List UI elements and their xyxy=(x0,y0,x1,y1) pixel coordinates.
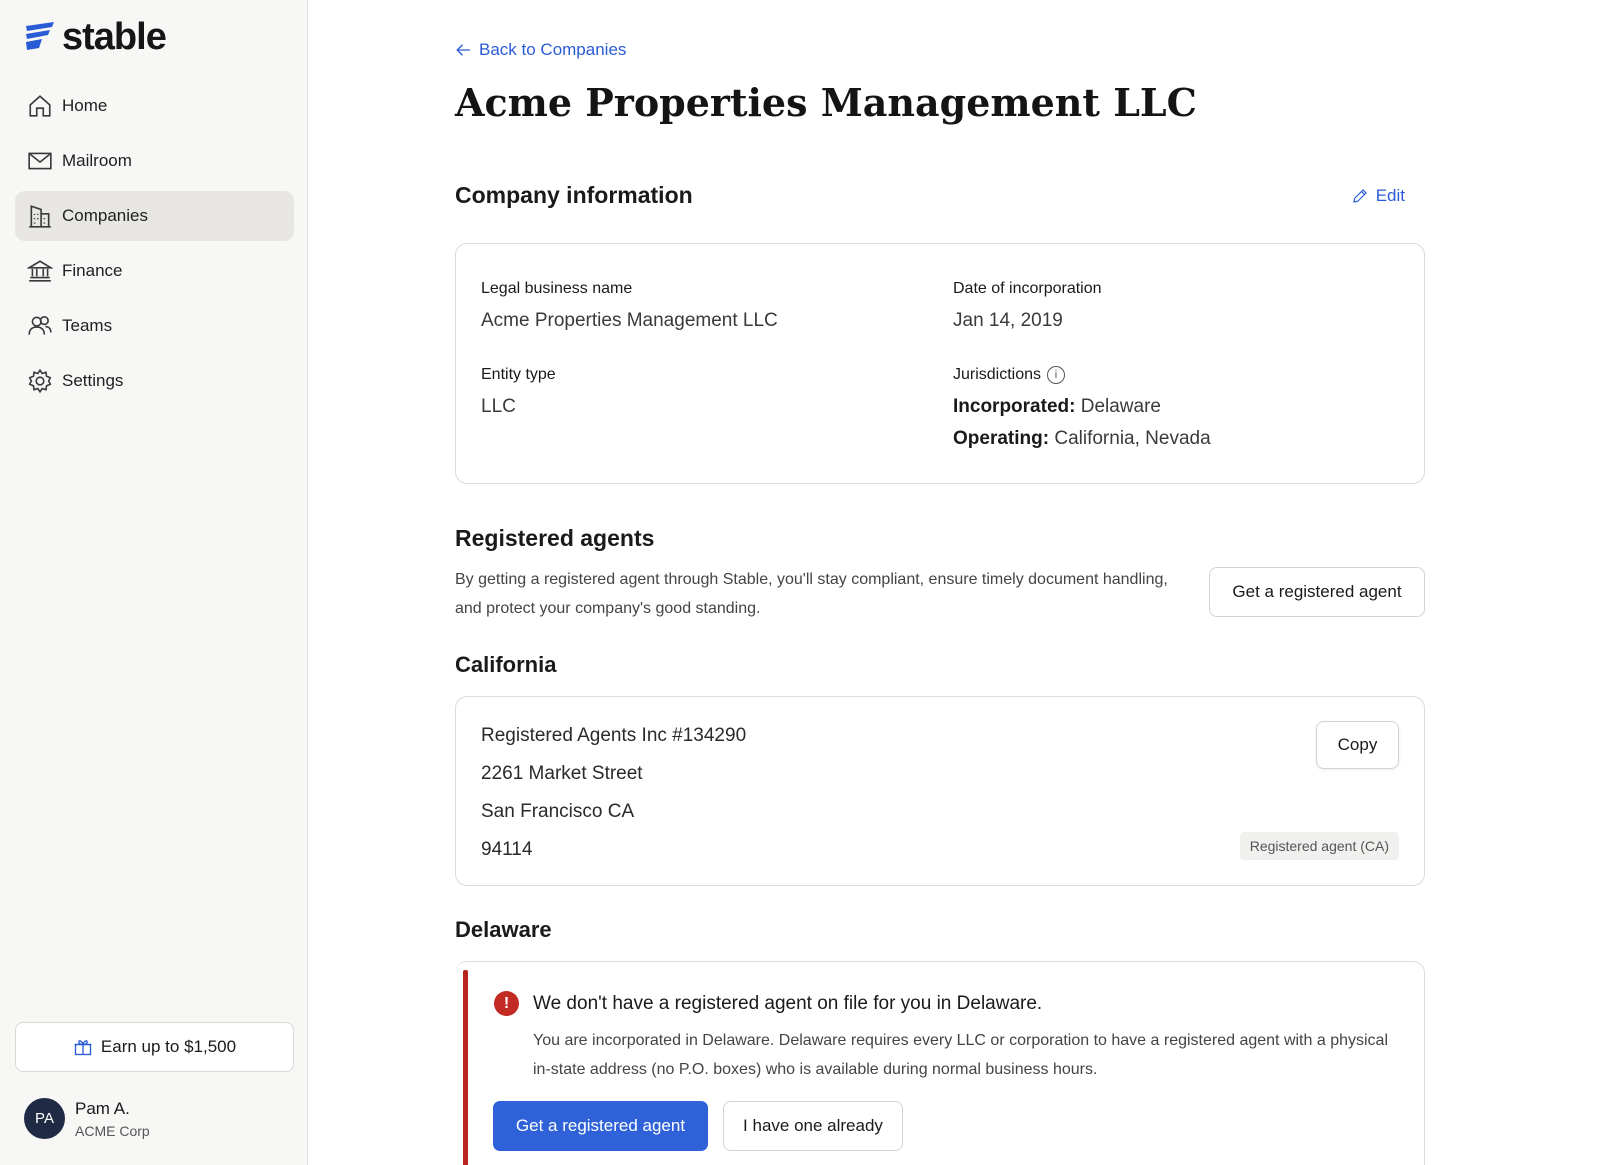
legal-name-value: Acme Properties Management LLC xyxy=(481,310,778,331)
earn-label: Earn up to $1,500 xyxy=(100,1037,237,1056)
agent-name: Registered Agents Inc #134290 xyxy=(481,725,747,746)
have-agent-button[interactable]: I have one already xyxy=(723,1101,903,1151)
agent-street: 2261 Market Street xyxy=(481,763,643,784)
sidebar-item-teams[interactable]: Teams xyxy=(15,301,294,351)
logo[interactable]: stable xyxy=(24,16,167,58)
agent-zip: 94114 xyxy=(481,839,533,860)
incorporation-date-value: Jan 14, 2019 xyxy=(953,310,1063,331)
logo-text: stable xyxy=(62,16,167,58)
pencil-icon xyxy=(1352,189,1367,203)
field-label: Jurisdictions i xyxy=(953,366,1211,384)
alert-accent-bar xyxy=(463,970,468,1165)
back-link[interactable]: Back to Companies xyxy=(455,40,626,60)
registered-agents-heading: Registered agents xyxy=(455,525,655,551)
incorporation-date-field: Date of incorporation Jan 14, 2019 xyxy=(953,280,1102,332)
page-title: Acme Properties Management LLC xyxy=(455,80,1197,125)
incorporated-label: Incorporated: xyxy=(953,396,1076,417)
user-name: Pam A. xyxy=(75,1098,130,1118)
sidebar-item-label: Teams xyxy=(62,316,113,335)
sidebar-item-label: Companies xyxy=(62,206,148,225)
california-heading: California xyxy=(455,652,557,677)
user-org: ACME Corp xyxy=(75,1122,150,1139)
get-registered-agent-primary-button[interactable]: Get a registered agent xyxy=(493,1101,708,1151)
jurisdictions-label: Jurisdictions xyxy=(953,366,1042,383)
sidebar: stable Home Mailroom Companies Finance T… xyxy=(0,0,308,1165)
avatar: PA xyxy=(24,1098,65,1139)
edit-label: Edit xyxy=(1375,186,1405,205)
building-icon xyxy=(27,203,53,229)
alert-body: You are incorporated in Delaware. Delawa… xyxy=(533,1032,1388,1078)
bank-icon xyxy=(27,258,53,284)
user-profile[interactable]: PA Pam A. ACME Corp xyxy=(24,1098,150,1139)
field-label: Entity type xyxy=(481,366,556,383)
operating-line: Operating: California, Nevada xyxy=(953,428,1211,450)
status-badge: Registered agent (CA) xyxy=(1239,832,1399,860)
company-info-card: Legal business name Acme Properties Mana… xyxy=(455,243,1425,484)
california-agent-card: Registered Agents Inc #134290 2261 Marke… xyxy=(455,696,1425,886)
sidebar-item-label: Finance xyxy=(62,261,123,280)
registered-agents-description: By getting a registered agent through St… xyxy=(455,571,1168,617)
incorporated-value: Delaware xyxy=(1080,396,1161,417)
entity-type-value: LLC xyxy=(481,396,516,417)
sidebar-item-mailroom[interactable]: Mailroom xyxy=(15,136,294,186)
legal-name-field: Legal business name Acme Properties Mana… xyxy=(481,280,778,332)
sidebar-item-label: Home xyxy=(62,96,108,115)
sidebar-item-settings[interactable]: Settings xyxy=(15,356,294,406)
alert-title: We don't have a registered agent on file… xyxy=(533,993,1043,1014)
stable-logo-icon xyxy=(26,22,54,50)
users-icon xyxy=(27,313,53,339)
edit-button[interactable]: Edit xyxy=(1351,186,1405,206)
delaware-heading: Delaware xyxy=(455,917,552,942)
sidebar-nav: Home Mailroom Companies Finance Teams Se… xyxy=(15,81,294,411)
error-icon: ! xyxy=(494,991,519,1016)
company-info-heading: Company information xyxy=(455,182,693,208)
operating-label: Operating: xyxy=(953,428,1050,449)
arrow-left-icon xyxy=(456,44,470,56)
incorporated-line: Incorporated: Delaware xyxy=(953,396,1211,418)
sidebar-item-label: Mailroom xyxy=(62,151,132,170)
sidebar-item-home[interactable]: Home xyxy=(15,81,294,131)
gear-icon xyxy=(27,368,53,394)
sidebar-item-companies[interactable]: Companies xyxy=(15,191,294,241)
earn-referral-button[interactable]: Earn up to $1,500 xyxy=(15,1022,294,1072)
entity-type-field: Entity type LLC xyxy=(481,366,556,418)
mail-icon xyxy=(27,148,53,174)
home-icon xyxy=(27,93,53,119)
copy-button[interactable]: Copy xyxy=(1316,721,1399,769)
delaware-alert-card: ! We don't have a registered agent on fi… xyxy=(455,961,1425,1165)
get-registered-agent-button[interactable]: Get a registered agent xyxy=(1209,567,1425,617)
sidebar-item-finance[interactable]: Finance xyxy=(15,246,294,296)
operating-value: California, Nevada xyxy=(1054,428,1211,449)
jurisdictions-field: Jurisdictions i Incorporated: Delaware O… xyxy=(953,366,1211,450)
sidebar-item-label: Settings xyxy=(62,371,124,390)
agent-city: San Francisco CA xyxy=(481,801,635,822)
info-icon[interactable]: i xyxy=(1047,366,1066,384)
back-link-label: Back to Companies xyxy=(479,40,627,59)
field-label: Legal business name xyxy=(481,280,633,297)
field-label: Date of incorporation xyxy=(953,280,1102,297)
gift-icon xyxy=(74,1040,92,1056)
